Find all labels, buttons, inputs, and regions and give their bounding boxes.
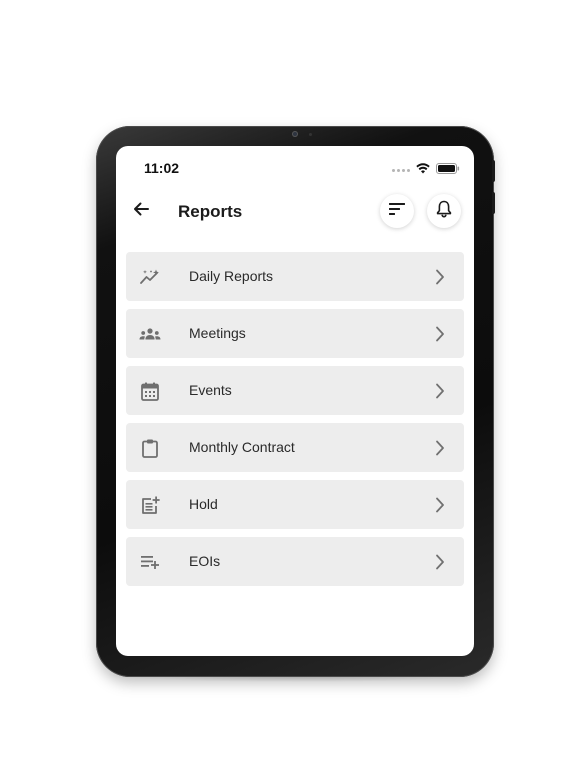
menu-item-label: EOIs: [189, 553, 221, 569]
reports-menu: Daily Reports Meetings Events Monthly Co…: [126, 252, 464, 594]
menu-item-meetings[interactable]: Meetings: [126, 309, 464, 358]
playlist-add-icon: [139, 551, 161, 573]
menu-item-label: Meetings: [189, 325, 246, 341]
status-time: 11:02: [144, 160, 180, 176]
status-bar: 11:02: [116, 146, 474, 190]
stage: 11:02 Reports Daily Reports Meetings Eve…: [0, 0, 576, 768]
notifications-button[interactable]: [427, 194, 461, 228]
chevron-right-icon: [434, 552, 446, 572]
sparkle-trend-icon: [139, 266, 161, 288]
menu-item-label: Monthly Contract: [189, 439, 295, 455]
chevron-right-icon: [434, 324, 446, 344]
back-button[interactable]: [128, 198, 154, 224]
menu-item-monthly-contract[interactable]: Monthly Contract: [126, 423, 464, 472]
device-side-button-top: [492, 160, 495, 182]
bell-icon: [436, 200, 452, 223]
device-side-button-bottom: [492, 192, 495, 214]
front-camera: [292, 131, 298, 137]
menu-item-eois[interactable]: EOIs: [126, 537, 464, 586]
battery-icon: [436, 161, 460, 179]
menu-item-events[interactable]: Events: [126, 366, 464, 415]
menu-item-daily-reports[interactable]: Daily Reports: [126, 252, 464, 301]
camera-sensor: [309, 133, 312, 136]
status-indicators: [392, 161, 460, 179]
page-title: Reports: [178, 202, 243, 221]
cellular-signal-icon: [392, 168, 410, 172]
filter-button[interactable]: [380, 194, 414, 228]
wifi-icon: [416, 161, 430, 179]
menu-item-label: Hold: [189, 496, 218, 512]
chevron-right-icon: [434, 381, 446, 401]
menu-item-label: Events: [189, 382, 232, 398]
arrow-left-icon: [132, 200, 150, 223]
app-header: Reports: [116, 190, 474, 234]
menu-item-hold[interactable]: Hold: [126, 480, 464, 529]
chevron-right-icon: [434, 495, 446, 515]
clipboard-icon: [139, 437, 161, 459]
filter-lines-icon: [389, 202, 405, 220]
chevron-right-icon: [434, 267, 446, 287]
menu-item-label: Daily Reports: [189, 268, 274, 284]
post-add-icon: [139, 494, 161, 516]
calendar-icon: [139, 380, 161, 402]
app-screen: 11:02 Reports Daily Reports Meetings Eve…: [116, 146, 474, 656]
group-icon: [139, 323, 161, 345]
chevron-right-icon: [434, 438, 446, 458]
